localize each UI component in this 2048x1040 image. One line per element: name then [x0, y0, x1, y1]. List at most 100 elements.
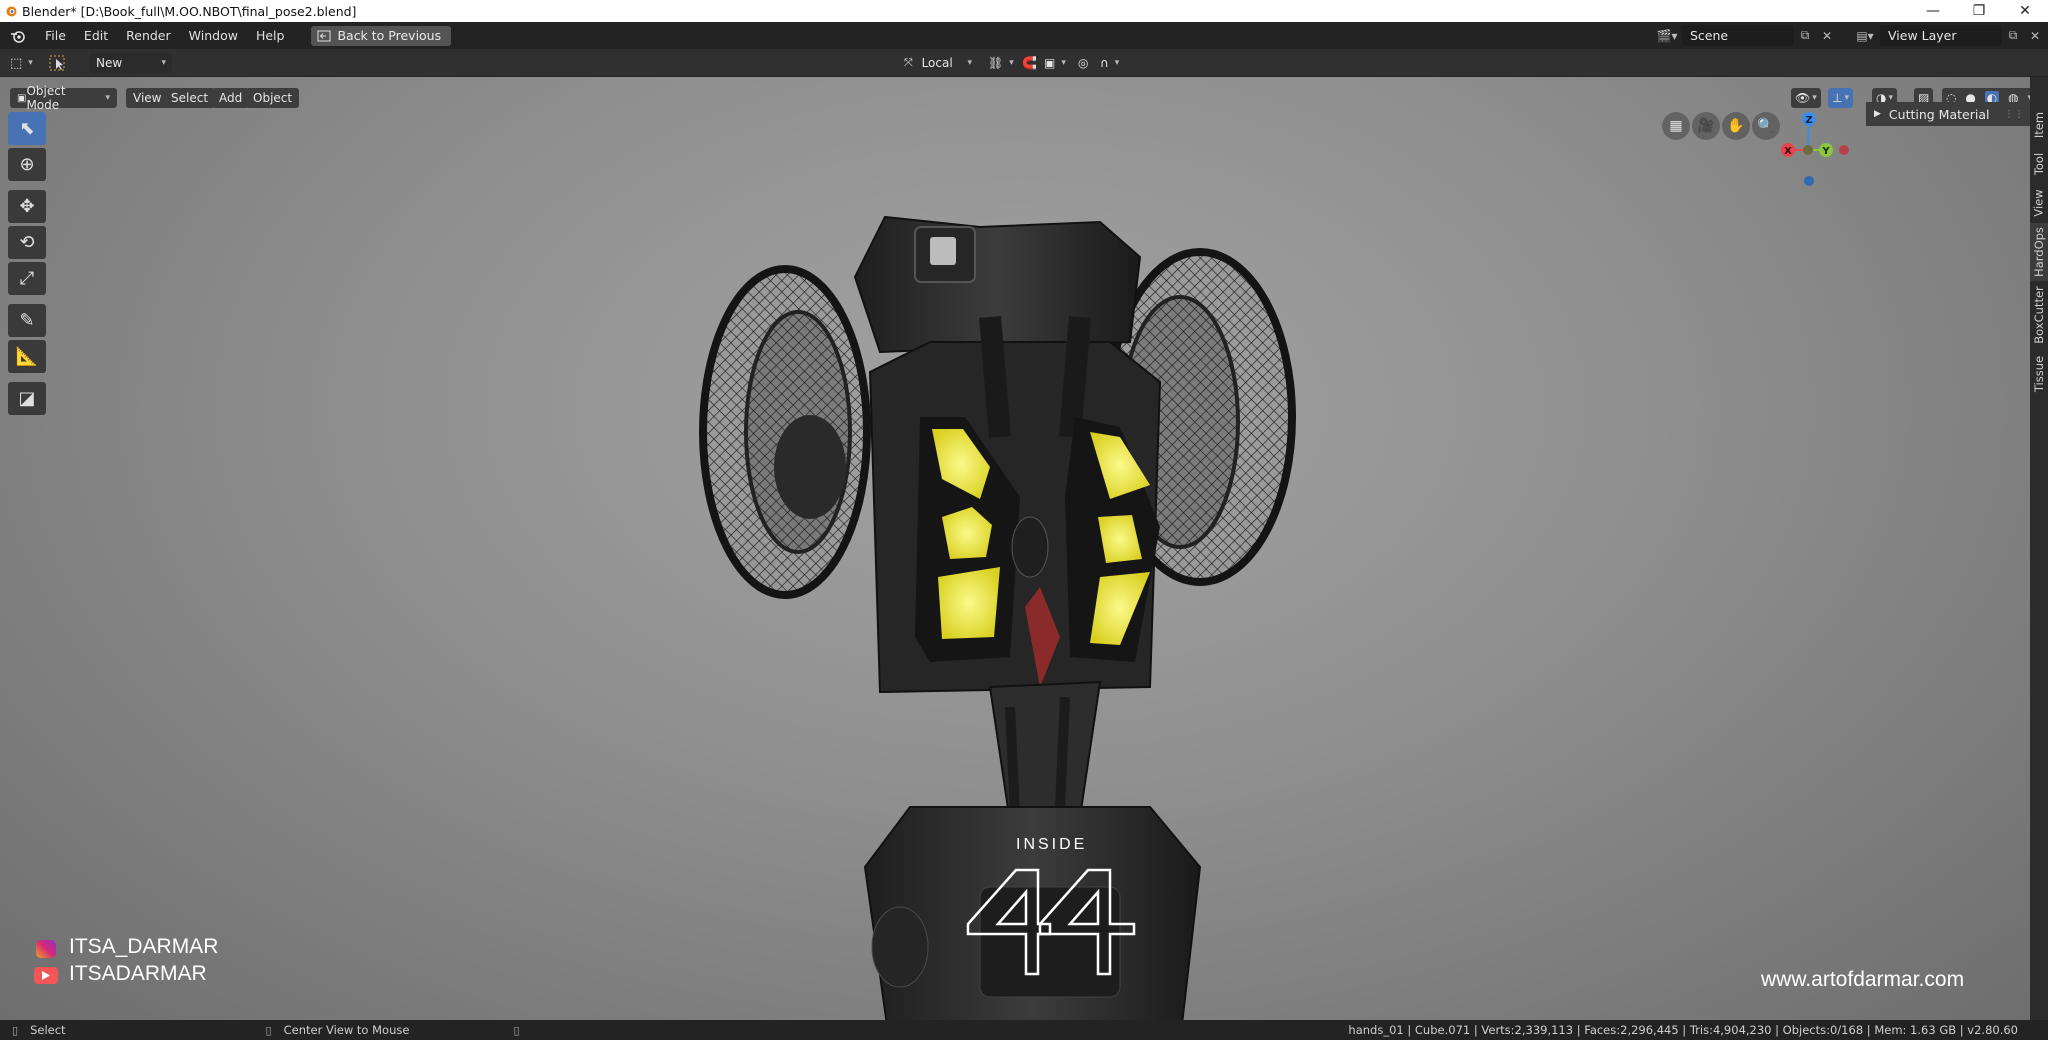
- restore-button[interactable]: ❐: [1956, 0, 2002, 22]
- new-dropdown[interactable]: New ▾: [90, 53, 172, 73]
- tab-item[interactable]: Item: [2030, 105, 2048, 145]
- pivot-point-dropdown[interactable]: ⛓ ▾: [986, 53, 1016, 73]
- window-title: Blender* [D:\Book_full\M.OO.NBOT\final_p…: [22, 3, 357, 19]
- view-layer-name-field[interactable]: View Layer: [1880, 25, 2002, 46]
- gizmo-icon: ⊥: [1832, 91, 1843, 105]
- youtube-handle: ITSADARMAR: [69, 962, 207, 985]
- tab-tissue-label: Tissue: [2032, 355, 2046, 393]
- instagram-handle: ITSA_DARMAR: [69, 935, 219, 958]
- gizmo-toggle[interactable]: ⊥ ▾: [1828, 88, 1853, 108]
- mouse-right-icon: ▯: [513, 1023, 520, 1037]
- transform-orientation-dropdown[interactable]: ⤧ Local ▾: [898, 53, 978, 73]
- instagram-icon: [36, 940, 56, 958]
- panel-expand-icon: ▶: [1874, 109, 1881, 119]
- tab-hardops-label: HardOps: [2032, 227, 2046, 277]
- proportional-editing-toggle[interactable]: ◎: [1076, 53, 1090, 73]
- back-to-previous-button[interactable]: Back to Previous: [311, 25, 452, 46]
- camera-view-button[interactable]: 🎥: [1692, 112, 1720, 140]
- menu-file[interactable]: File: [36, 22, 75, 49]
- annotate-tool[interactable]: ✎: [8, 304, 46, 337]
- gizmo-neg-x[interactable]: [1839, 145, 1849, 155]
- delete-view-layer-icon[interactable]: ✕: [2024, 25, 2046, 46]
- visibility-dropdown[interactable]: 👁 ▾: [1791, 88, 1821, 108]
- transform-orientation-label: Local: [921, 56, 953, 70]
- menu-help[interactable]: Help: [247, 22, 294, 49]
- cutting-material-title: Cutting Material: [1888, 106, 1990, 122]
- snap-target-dropdown[interactable]: ▣ ▾: [1042, 53, 1068, 73]
- object-mode-label: Object Mode: [26, 84, 66, 112]
- editor-type-dropdown[interactable]: ⬚ ▾: [8, 53, 35, 73]
- scene-statistics: hands_01 | Cube.071 | Verts:2,339,113 | …: [1348, 1023, 2018, 1037]
- pan-view-button[interactable]: ✋: [1722, 112, 1750, 140]
- snap-toggle[interactable]: 🧲: [1020, 53, 1039, 73]
- gizmo-neg-z[interactable]: [1804, 176, 1814, 186]
- status-select-hint: Select: [30, 1023, 66, 1037]
- navigation-gizmo[interactable]: Z Y X: [1770, 107, 1850, 187]
- measure-tool[interactable]: 📐: [8, 340, 46, 373]
- back-arrow-icon: [317, 30, 331, 41]
- delete-scene-icon[interactable]: ✕: [1816, 25, 1838, 46]
- select-box-tool[interactable]: ⬉: [8, 112, 46, 145]
- scene-icon[interactable]: 🎬▾: [1652, 25, 1682, 46]
- boxcutter-icon: ◪: [18, 388, 36, 409]
- blender-menu-icon[interactable]: [0, 22, 36, 49]
- move-icon: ✥: [19, 196, 35, 217]
- 3d-viewport[interactable]: ▣ Object Mode ▾ View Select Add Object 👁 ▾…: [0, 77, 2030, 1020]
- tab-hardops[interactable]: HardOps: [2030, 223, 2048, 281]
- eye-icon: 👁: [1795, 91, 1811, 105]
- hand-icon: ✋: [1727, 118, 1745, 134]
- panel-drag-handle-icon[interactable]: ⋮⋮: [2004, 109, 2024, 120]
- object-menu[interactable]: Object: [246, 88, 300, 108]
- active-tool-icon[interactable]: [48, 53, 68, 73]
- minimize-button[interactable]: —: [1910, 0, 1956, 22]
- boxcutter-tool[interactable]: ◪: [8, 382, 46, 415]
- add-menu[interactable]: Add: [212, 88, 250, 108]
- tab-boxcutter[interactable]: BoxCutter: [2030, 281, 2048, 349]
- rotate-tool[interactable]: ⟲: [8, 226, 46, 259]
- move-tool[interactable]: ✥: [8, 190, 46, 223]
- view-layer-icon[interactable]: ▤▾: [1850, 25, 1880, 46]
- tab-view[interactable]: View: [2030, 183, 2048, 223]
- scene-selector: 🎬▾ Scene ⧉ ✕: [1652, 25, 1838, 46]
- tool-shelf: ⬉ ⊕ ✥ ⟲ ⤢ ✎ 📐 ◪: [8, 112, 46, 418]
- status-center-view-hint: Center View to Mouse: [283, 1023, 410, 1037]
- tab-tool[interactable]: Tool: [2030, 145, 2048, 183]
- inside-logo-text: INSIDE: [1016, 836, 1088, 853]
- editor-type-icon: ⬚: [10, 55, 23, 71]
- view-layer-selector: ▤▾ View Layer ⧉ ✕: [1850, 25, 2046, 46]
- falloff-dropdown[interactable]: ∩ ▾: [1098, 53, 1121, 73]
- scale-icon: ⤢: [19, 268, 35, 289]
- select-menu[interactable]: Select: [164, 88, 216, 108]
- view-menu[interactable]: View: [126, 88, 169, 108]
- gizmo-neg-y[interactable]: [1803, 145, 1813, 155]
- tab-item-label: Item: [2032, 111, 2046, 139]
- scale-tool[interactable]: ⤢: [8, 262, 46, 295]
- object-mode-dropdown[interactable]: ▣ Object Mode ▾: [10, 84, 117, 112]
- youtube-icon: [34, 967, 58, 984]
- website-url: www.artofdarmar.com: [1761, 968, 1965, 991]
- orientation-icon: ⤧: [904, 56, 913, 69]
- top-menu-bar: File Edit Render Window Help Back to Pre…: [0, 22, 2048, 49]
- mouse-left-icon: ▯: [12, 1023, 19, 1037]
- window-title-bar: Blender* [D:\Book_full\M.OO.NBOT\final_p…: [0, 0, 2048, 22]
- snap-target-icon: ▣: [1044, 56, 1056, 70]
- menu-window[interactable]: Window: [180, 22, 247, 49]
- inside44-logo-icon: [966, 868, 1136, 976]
- cutting-material-panel-header[interactable]: ▶ Cutting Material ⋮⋮: [1866, 102, 2030, 126]
- menu-edit[interactable]: Edit: [75, 22, 117, 49]
- tab-view-label: View: [2032, 189, 2047, 217]
- cursor-tool[interactable]: ⊕: [8, 148, 46, 181]
- scene-name-field[interactable]: Scene: [1682, 25, 1794, 46]
- object-mode-icon: ▣: [17, 92, 27, 104]
- new-scene-icon[interactable]: ⧉: [1794, 25, 1816, 46]
- menu-render[interactable]: Render: [117, 22, 180, 49]
- gizmo-z-label: Z: [1805, 115, 1812, 126]
- tool-settings-header: ⬚ ▾ New ▾ ⤧ Local ▾ ⛓ ▾ 🧲 ▣ ▾ ◎ ∩ ▾: [0, 49, 2048, 77]
- close-button[interactable]: ✕: [2002, 0, 2048, 22]
- camera-icon: 🎥: [1697, 118, 1715, 134]
- tab-tissue[interactable]: Tissue: [2030, 349, 2048, 399]
- new-view-layer-icon[interactable]: ⧉: [2002, 25, 2024, 46]
- toggle-grid-view-button[interactable]: ▦: [1662, 112, 1690, 140]
- magnet-icon: 🧲: [1022, 56, 1037, 70]
- select-cursor-icon: ⬉: [19, 118, 35, 139]
